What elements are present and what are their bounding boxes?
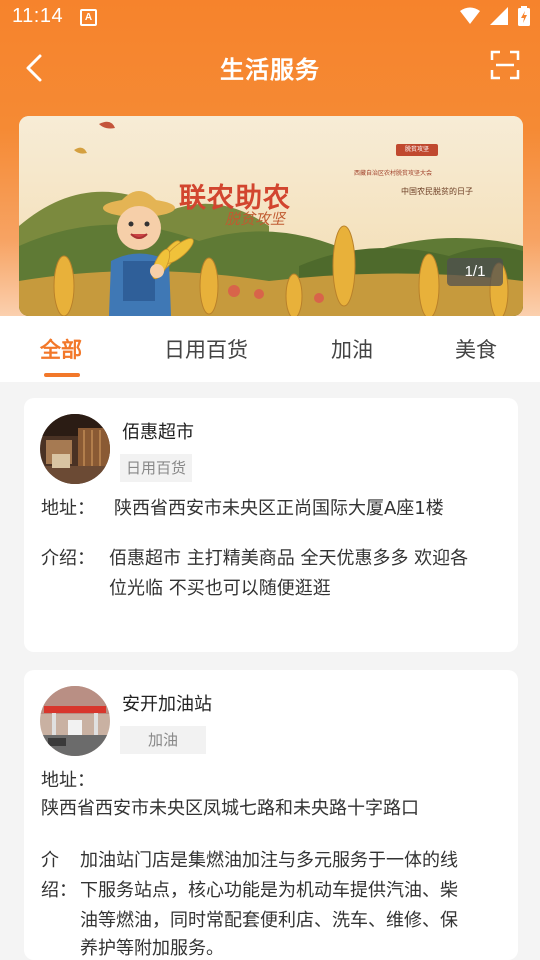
top-navigation: 生活服务 [0,36,540,100]
tab-fuel[interactable]: 加油 [331,334,373,364]
scan-button[interactable] [490,50,522,82]
store-intro-line: 下服务站点，核心功能是为机动车提供汽油、柴 [80,880,458,901]
store-name: 安开加油站 [122,694,212,715]
status-time: 11:14 [12,5,64,27]
intro-label: 绍： [41,880,77,901]
address-label: 地址： [41,498,95,519]
store-intro-line: 养护等附加服务。 [80,938,224,959]
banner-caption-secondary: 中国农民脱贫的日子 [401,187,473,196]
store-intro-line: 油等燃油，同时常配套便利店、洗车、维修、保 [80,910,458,931]
store-name: 佰惠超市 [122,422,194,443]
store-intro-line: 加油站门店是集燃油加注与多元服务于一体的线 [80,850,458,871]
scan-icon [490,50,520,80]
banner-tag: 脱贫攻坚 [396,144,438,156]
status-icons [460,6,530,26]
store-card[interactable]: 佰惠超市 日用百货 地址： 陕西省西安市未央区正尚国际大厦A座1楼 介绍： 佰惠… [24,398,518,652]
banner-subtitle: 脱贫攻坚 [225,210,286,228]
store-address: 陕西省西安市未央区正尚国际大厦A座1楼 [114,498,444,519]
signal-icon [490,7,508,25]
notification-icon: A [80,9,97,26]
store-intro-line: 佰惠超市 主打精美商品 全天优惠多多 欢迎各 [109,548,469,569]
store-address: 陕西省西安市未央区凤城七路和未央路十字路口 [41,798,419,819]
store-category-tag: 加油 [120,726,206,754]
battery-icon [518,6,530,26]
banner-page-indicator: 1/1 [447,258,503,286]
active-tab-indicator [44,373,80,377]
store-avatar [40,686,110,756]
tab-food[interactable]: 美食 [455,334,497,364]
tab-daily-goods[interactable]: 日用百货 [164,334,248,364]
store-category-tag: 日用百货 [120,454,193,482]
intro-label: 介绍： [41,548,95,569]
banner-caption: 西藏自治区农村脱贫攻坚大会 [354,170,433,177]
intro-label: 介 [41,850,59,871]
store-intro-line: 位光临 不买也可以随便逛逛 [109,578,331,599]
store-card[interactable]: 安开加油站 加油 地址： 陕西省西安市未央区凤城七路和未央路十字路口 介 绍： … [24,670,518,960]
page-title: 生活服务 [220,56,320,84]
store-avatar [40,414,110,484]
tab-all[interactable]: 全部 [40,334,82,364]
address-label: 地址： [41,770,95,791]
category-tabs: 全部 日用百货 加油 美食 [0,316,540,382]
wifi-icon [460,7,480,24]
status-bar: 11:14 A [0,0,540,36]
promo-banner[interactable]: 脱贫攻坚 西藏自治区农村脱贫攻坚大会 中国农民脱贫的日子 联农助农 脱贫攻坚 1… [19,116,523,316]
